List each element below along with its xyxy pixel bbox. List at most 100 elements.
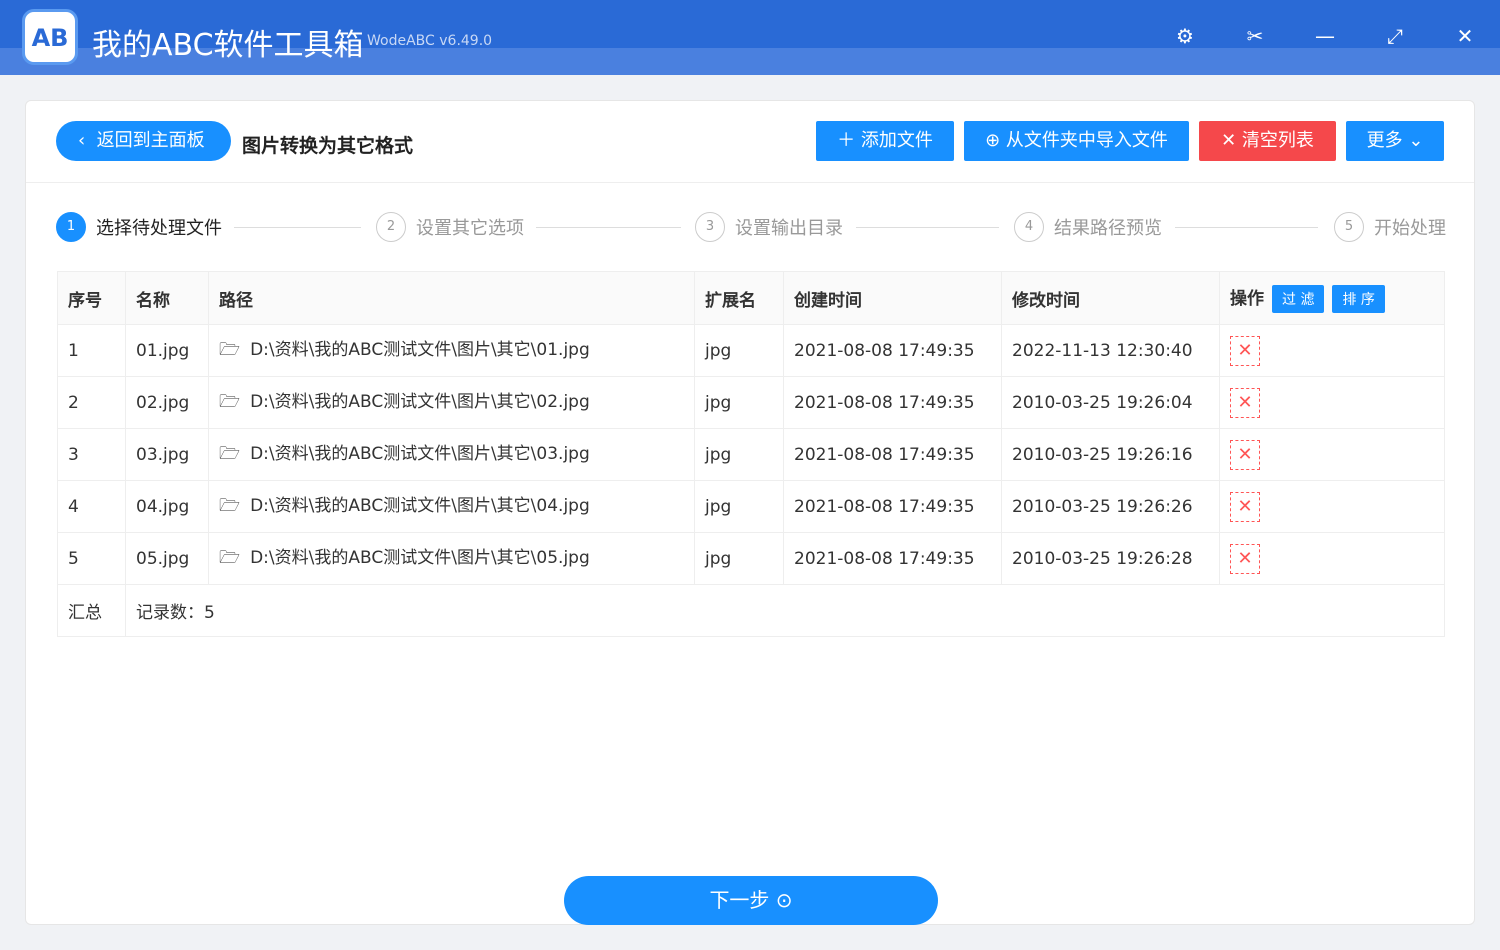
step-label: 结果路径预览 [1054, 218, 1162, 239]
created-time: 2021-08-08 17:49:35 [783, 376, 1002, 429]
file-ext: jpg [694, 480, 784, 533]
row-index: 5 [57, 532, 126, 585]
folder-icon: 🗁 [219, 340, 241, 360]
step-2: 2 设置其它选项 [376, 212, 524, 242]
actions-cell: ✕ [1219, 532, 1445, 585]
import-folder-label: 从文件夹中导入文件 [1005, 130, 1168, 151]
title-bar: AB 我的ABC软件工具箱 WodeABC v6.49.0 ⚙ ✂ — ⤢ ✕ [0, 0, 1500, 75]
scissors-icon[interactable]: ✂ [1240, 24, 1270, 48]
created-time: 2021-08-08 17:49:35 [783, 532, 1002, 585]
file-name: 04.jpg [125, 480, 209, 533]
step-label: 设置输出目录 [735, 218, 843, 239]
next-step-button[interactable]: 下一步 ⊙ [564, 876, 938, 925]
modified-time: 2022-11-13 12:30:40 [1001, 324, 1220, 377]
actions-cell: ✕ [1219, 428, 1445, 481]
step-connector [536, 227, 681, 228]
table-row[interactable]: 1 01.jpg 🗁 D:\资料\我的ABC测试文件\图片\其它\01.jpg jpg 2… [57, 324, 1445, 377]
col-created: 创建时间 [783, 271, 1002, 325]
delete-row-icon[interactable]: ✕ [1230, 543, 1260, 574]
file-path: 🗁 D:\资料\我的ABC测试文件\图片\其它\01.jpg [208, 324, 695, 377]
minimize-button[interactable]: — [1310, 24, 1340, 48]
step-number: 5 [1334, 212, 1364, 242]
file-name: 05.jpg [125, 532, 209, 585]
delete-row-icon[interactable]: ✕ [1230, 335, 1260, 366]
delete-row-icon[interactable]: ✕ [1230, 439, 1260, 470]
path-text: D:\资料\我的ABC测试文件\图片\其它\02.jpg [250, 392, 590, 412]
file-path: 🗁 D:\资料\我的ABC测试文件\图片\其它\05.jpg [208, 532, 695, 585]
row-index: 4 [57, 480, 126, 533]
col-actions: 操作过 滤排 序 [1219, 271, 1445, 325]
step-label: 设置其它选项 [416, 218, 524, 239]
modified-time: 2010-03-25 19:26:04 [1001, 376, 1220, 429]
path-text: D:\资料\我的ABC测试文件\图片\其它\03.jpg [250, 444, 590, 464]
main-panel: ‹ 返回到主面板 图片转换为其它格式 ＋ 添加文件 ⊕ 从文件夹中导入文件 ✕ … [25, 100, 1475, 925]
created-time: 2021-08-08 17:49:35 [783, 480, 1002, 533]
delete-row-icon[interactable]: ✕ [1230, 387, 1260, 418]
step-number: 1 [56, 212, 86, 242]
step-connector [856, 227, 999, 228]
app-title: 我的ABC软件工具箱 [92, 28, 364, 63]
table-row[interactable]: 5 05.jpg 🗁 D:\资料\我的ABC测试文件\图片\其它\05.jpg jpg 2… [57, 532, 1445, 585]
folder-icon: 🗁 [219, 548, 241, 568]
file-name: 01.jpg [125, 324, 209, 377]
col-name: 名称 [125, 271, 209, 325]
modified-time: 2010-03-25 19:26:16 [1001, 428, 1220, 481]
file-ext: jpg [694, 376, 784, 429]
folder-icon: 🗁 [219, 392, 241, 412]
step-number: 3 [695, 212, 725, 242]
row-index: 1 [57, 324, 126, 377]
col-ext: 扩展名 [694, 271, 784, 325]
clear-list-button[interactable]: ✕ 清空列表 [1199, 121, 1336, 161]
import-folder-button[interactable]: ⊕ 从文件夹中导入文件 [964, 121, 1189, 161]
row-index: 2 [57, 376, 126, 429]
col-path: 路径 [208, 271, 695, 325]
summary-row: 汇总 记录数：5 [57, 584, 1445, 637]
step-4: 4 结果路径预览 [1014, 212, 1162, 242]
table-header: 序号 名称 路径 扩展名 创建时间 修改时间 操作过 滤排 序 [57, 271, 1445, 325]
more-dropdown[interactable]: 更多 ⌄ [1346, 121, 1444, 161]
table-row[interactable]: 4 04.jpg 🗁 D:\资料\我的ABC测试文件\图片\其它\04.jpg jpg 2… [57, 480, 1445, 533]
clear-list-label: 清空列表 [1241, 130, 1314, 151]
file-table: 序号 名称 路径 扩展名 创建时间 修改时间 操作过 滤排 序 1 01.jpg 🗁… [57, 271, 1445, 637]
maximize-button[interactable]: ⤢ [1380, 24, 1410, 48]
delete-row-icon[interactable]: ✕ [1230, 491, 1260, 522]
folder-icon: 🗁 [219, 444, 241, 464]
path-text: D:\资料\我的ABC测试文件\图片\其它\05.jpg [250, 548, 590, 568]
add-file-label: 添加文件 [860, 130, 933, 151]
back-label: 返回到主面板 [96, 130, 205, 151]
divider [26, 182, 1474, 183]
file-ext: jpg [694, 532, 784, 585]
sort-button[interactable]: 排 序 [1332, 284, 1385, 313]
more-label: 更多 [1366, 130, 1403, 151]
back-button[interactable]: ‹ 返回到主面板 [56, 121, 231, 161]
filter-button[interactable]: 过 滤 [1272, 284, 1325, 313]
actions-cell: ✕ [1219, 480, 1445, 533]
actions-cell: ✕ [1219, 376, 1445, 429]
file-ext: jpg [694, 324, 784, 377]
step-1: 1 选择待处理文件 [56, 212, 222, 242]
table-row[interactable]: 2 02.jpg 🗁 D:\资料\我的ABC测试文件\图片\其它\02.jpg jpg 2… [57, 376, 1445, 429]
close-button[interactable]: ✕ [1450, 24, 1480, 48]
created-time: 2021-08-08 17:49:35 [783, 428, 1002, 481]
app-logo: AB [22, 9, 78, 65]
step-label: 开始处理 [1374, 218, 1446, 239]
col-index: 序号 [57, 271, 126, 325]
file-name: 02.jpg [125, 376, 209, 429]
file-path: 🗁 D:\资料\我的ABC测试文件\图片\其它\03.jpg [208, 428, 695, 481]
step-number: 2 [376, 212, 406, 242]
step-3: 3 设置输出目录 [695, 212, 843, 242]
modified-time: 2010-03-25 19:26:26 [1001, 480, 1220, 533]
file-ext: jpg [694, 428, 784, 481]
table-row[interactable]: 3 03.jpg 🗁 D:\资料\我的ABC测试文件\图片\其它\03.jpg jpg 2… [57, 428, 1445, 481]
file-path: 🗁 D:\资料\我的ABC测试文件\图片\其它\02.jpg [208, 376, 695, 429]
summary-value: 记录数：5 [125, 584, 1445, 637]
step-connector [234, 227, 361, 228]
path-text: D:\资料\我的ABC测试文件\图片\其它\01.jpg [250, 340, 590, 360]
step-5: 5 开始处理 [1334, 212, 1446, 242]
actions-cell: ✕ [1219, 324, 1445, 377]
settings-icon[interactable]: ⚙ [1170, 24, 1200, 48]
row-index: 3 [57, 428, 126, 481]
modified-time: 2010-03-25 19:26:28 [1001, 532, 1220, 585]
add-file-button[interactable]: ＋ 添加文件 [816, 121, 954, 161]
file-name: 03.jpg [125, 428, 209, 481]
